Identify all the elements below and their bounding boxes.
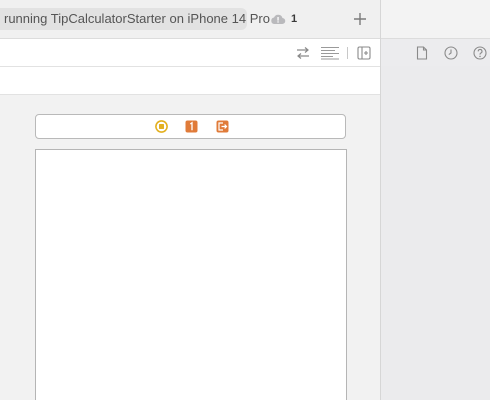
exit-shape <box>216 120 229 133</box>
add-tab-button[interactable] <box>350 9 370 29</box>
swap-arrows-icon <box>297 47 309 59</box>
related-items-button[interactable] <box>294 44 312 62</box>
activity-status: running TipCalculatorStarter on iPhone 1… <box>0 8 270 30</box>
add-editor-button[interactable] <box>355 44 373 62</box>
view-controller-scene[interactable] <box>35 149 347 400</box>
first-responder-icon[interactable] <box>185 120 198 133</box>
editor-jump-bar <box>0 39 380 67</box>
xcode-window: running TipCalculatorStarter on iPhone 1… <box>0 0 490 400</box>
inspector-tabs <box>381 39 490 66</box>
window-toolbar: running TipCalculatorStarter on iPhone 1… <box>0 0 380 39</box>
view-controller-icon[interactable] <box>155 120 168 133</box>
plus-icon <box>354 13 366 25</box>
first-responder-shape <box>185 120 198 133</box>
issue-count: 1 <box>291 13 298 25</box>
view-controller-shape <box>155 120 168 133</box>
file-inspector-tab[interactable] <box>413 44 431 62</box>
cloud-warning-icon <box>271 14 286 25</box>
inspector-panel <box>381 39 490 400</box>
exit-icon[interactable] <box>216 120 229 133</box>
editor-secondary-bar <box>0 67 380 95</box>
question-icon <box>473 46 487 60</box>
clock-icon <box>444 46 458 60</box>
scene-dock[interactable] <box>35 114 346 139</box>
editor-options-icon <box>321 47 339 60</box>
add-editor-icon <box>357 46 371 60</box>
jump-bar-divider <box>347 47 348 59</box>
inspector-divider <box>380 0 381 400</box>
document-icon <box>416 46 428 60</box>
history-inspector-tab[interactable] <box>442 44 460 62</box>
editor-options-button[interactable] <box>319 44 341 62</box>
inspector-toolbar-area <box>381 0 490 39</box>
storyboard-canvas[interactable] <box>0 95 380 400</box>
issue-indicator[interactable]: 1 <box>270 11 297 27</box>
help-inspector-tab[interactable] <box>471 44 489 62</box>
